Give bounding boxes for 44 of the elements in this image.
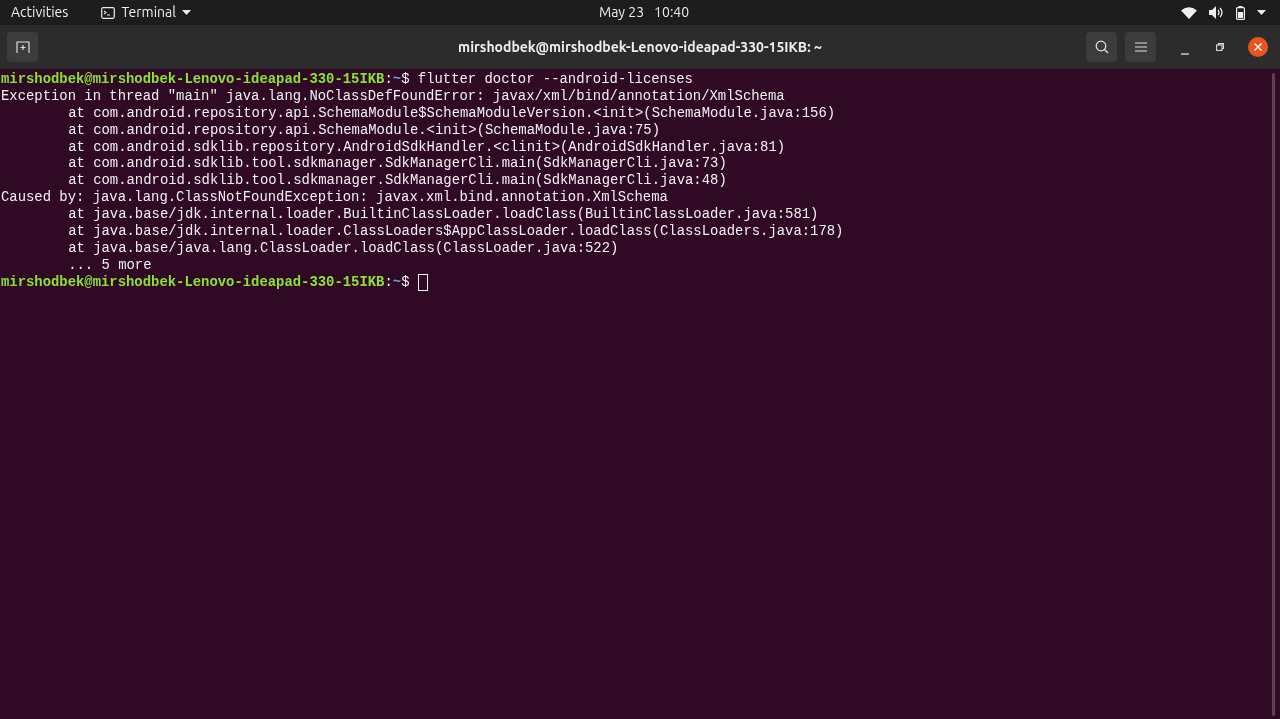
stack-trace-line: at com.android.sdklib.repository.AndroidSdkHandler.<clinit>(AndroidSdkHandler.java:81) <box>68 138 786 156</box>
scrollbar[interactable] <box>1272 73 1275 716</box>
caret-icon[interactable] <box>1257 10 1266 15</box>
wifi-icon[interactable] <box>1181 6 1197 19</box>
prompt-user-host: mirshodbek@mirshodbek-Lenovo-ideapad-330-15IKB <box>1 273 385 291</box>
new-tab-icon <box>15 41 30 53</box>
activities-button[interactable]: Activities <box>11 2 69 23</box>
stack-trace-line: at com.android.repository.api.SchemaModule.<init>(SchemaModule.java:75) <box>68 121 661 139</box>
prompt-path: ~ <box>392 71 402 88</box>
new-tab-button[interactable] <box>7 32 38 62</box>
app-menu-label: Terminal <box>121 3 176 22</box>
search-icon <box>1094 40 1109 54</box>
prompt-symbol: $ <box>401 71 410 88</box>
stack-trace-line: at com.android.sdklib.tool.sdkmanager.SdkManagerCli.main(SdkManagerCli.java:48) <box>68 172 727 190</box>
minimize-icon <box>1181 53 1189 55</box>
prompt-path: ~ <box>392 273 402 291</box>
restore-icon <box>1216 43 1224 51</box>
clock[interactable]: May 23 10:40 <box>599 0 690 25</box>
volume-icon[interactable] <box>1209 6 1224 19</box>
battery-icon[interactable] <box>1236 5 1245 20</box>
command-text: flutter doctor --android-licenses <box>416 71 693 88</box>
stack-trace-line: at java.base/jdk.internal.loader.BuiltinClassLoader.loadClass(BuiltinClassLoader.java:581) <box>68 206 819 223</box>
stack-trace-line: at com.android.repository.api.SchemaModule$SchemaModuleVersion.<init>(SchemaModule.java:156) <box>68 104 836 122</box>
close-button[interactable] <box>1248 37 1268 57</box>
output-line: Caused by: java.lang.ClassNotFoundException: javax.xml.bind.annotation.XmlSchema <box>1 189 668 207</box>
close-icon <box>1254 43 1262 51</box>
prompt-separator: : <box>384 71 393 88</box>
search-button[interactable] <box>1086 32 1117 62</box>
terminal-icon <box>101 6 116 19</box>
stack-trace-line: at java.base/java.lang.ClassLoader.loadClass(ClassLoader.java:522) <box>68 239 619 257</box>
prompt-separator: : <box>384 273 393 291</box>
stack-trace-line: at java.base/jdk.internal.loader.ClassLoaders$AppClassLoader.loadClass(ClassLoaders.java:178) <box>68 223 844 240</box>
menu-icon <box>1134 42 1147 52</box>
prompt-symbol: $ <box>401 273 410 291</box>
prompt-user-host: mirshodbek@mirshodbek-Lenovo-ideapad-330-15IKB <box>1 71 385 88</box>
output-line: Exception in thread "main" java.lang.NoClassDefFoundError: javax/xml/bind/annotation/XmlSchema <box>1 87 785 105</box>
caret-icon <box>181 10 191 15</box>
window-title: mirshodbek@mirshodbek-Lenovo-ideapad-330-15IKB: ~ <box>457 37 823 57</box>
stack-trace-line: ... 5 more <box>68 256 152 274</box>
date-text: May 23 <box>599 3 645 22</box>
stack-trace-line: at com.android.sdklib.tool.sdkmanager.SdkManagerCli.main(SdkManagerCli.java:73) <box>68 155 727 173</box>
time-text: 10:40 <box>654 3 690 22</box>
menu-button[interactable] <box>1125 32 1156 62</box>
app-menu[interactable]: Terminal <box>101 2 191 23</box>
